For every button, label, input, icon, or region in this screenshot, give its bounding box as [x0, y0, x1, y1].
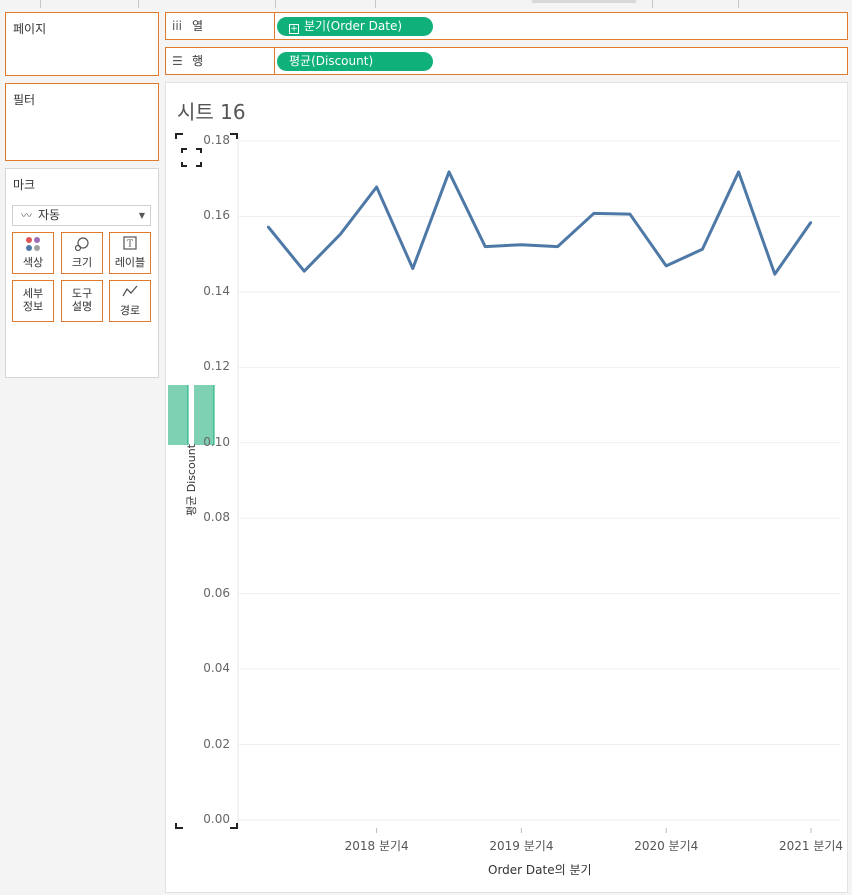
- svg-text:T: T: [127, 240, 133, 250]
- y-tick-label: 0.14: [203, 283, 230, 298]
- toolbar-divider: [652, 0, 653, 8]
- color-label: 색상: [22, 256, 44, 269]
- x-axis-title: Order Date의 분기: [488, 863, 592, 877]
- mark-type-dropdown[interactable]: 〰 자동 ▼: [12, 205, 151, 226]
- tooltip-label: 도구 설명: [71, 287, 93, 313]
- detail-button[interactable]: 세부 정보: [12, 280, 54, 322]
- tooltip-button[interactable]: 도구 설명: [61, 280, 103, 322]
- toolbar-divider: [738, 0, 739, 8]
- columns-label-text: 열: [192, 19, 204, 33]
- marks-card: 마크 〰 자동 ▼ 색상 크기 T 레이블 세부 정보 도구 설명 경로: [5, 168, 159, 378]
- label-label: 레이블: [114, 256, 146, 269]
- toolbar-dropdown[interactable]: [532, 0, 636, 3]
- rows-icon: ☰: [172, 54, 183, 68]
- y-tick-label: 0.18: [203, 133, 230, 147]
- y-tick-label: 0.16: [203, 208, 230, 223]
- line-icon: 〰: [21, 209, 32, 222]
- toolbar-divider: [375, 0, 376, 8]
- label-icon: T: [110, 236, 150, 256]
- y-tick-label: 0.06: [203, 585, 230, 600]
- y-tick-label: 0.08: [203, 510, 230, 525]
- columns-icon: iii: [172, 19, 183, 33]
- filters-card[interactable]: 필터: [5, 83, 159, 161]
- columns-pill[interactable]: + 분기(Order Date): [277, 17, 433, 36]
- size-label: 크기: [71, 256, 93, 269]
- y-axis-title: 평균 Discount: [185, 443, 198, 517]
- columns-shelf[interactable]: iii 열 + 분기(Order Date): [165, 12, 848, 40]
- expand-icon[interactable]: +: [289, 24, 299, 34]
- y-tick-label: 0.00: [203, 812, 230, 826]
- toolbar-divider: [40, 0, 41, 8]
- worksheet-view[interactable]: 시트 16: [165, 82, 848, 893]
- size-icon: [62, 236, 102, 256]
- path-button[interactable]: 경로: [109, 280, 151, 322]
- color-dots-icon: [13, 236, 53, 256]
- sheet-title: 시트 16: [177, 100, 246, 124]
- chevron-down-icon: ▼: [138, 211, 145, 220]
- toolbar-divider: [275, 0, 276, 8]
- x-tick-label: 2019 분기4: [489, 839, 554, 853]
- x-tick-label: 2021 분기4: [779, 839, 844, 853]
- y-tick-label: 0.02: [203, 736, 230, 751]
- detail-label: 세부 정보: [22, 287, 44, 313]
- rows-pill-text: 평균(Discount): [289, 54, 374, 68]
- label-button[interactable]: T 레이블: [109, 232, 151, 274]
- path-icon: [110, 284, 150, 304]
- rows-label-text: 행: [192, 54, 204, 68]
- y-tick-label: 0.10: [203, 434, 230, 449]
- filters-title: 필터: [13, 93, 36, 107]
- toolbar-divider: [138, 0, 139, 8]
- columns-shelf-label: iii 열: [166, 13, 275, 39]
- pages-card[interactable]: 페이지: [5, 12, 159, 76]
- toolbar-strip: [0, 0, 852, 8]
- columns-pill-text: 분기(Order Date): [304, 19, 403, 33]
- pages-title: 페이지: [13, 22, 47, 36]
- rows-shelf-label: ☰ 행: [166, 48, 275, 74]
- size-button[interactable]: 크기: [61, 232, 103, 274]
- path-label: 경로: [119, 304, 141, 317]
- color-button[interactable]: 색상: [12, 232, 54, 274]
- x-tick-label: 2018 분기4: [344, 839, 409, 853]
- mark-type-label: 자동: [38, 208, 61, 222]
- x-tick-label: 2020 분기4: [634, 839, 699, 853]
- y-tick-label: 0.12: [203, 359, 230, 374]
- marks-title: 마크: [13, 178, 36, 192]
- y-tick-label: 0.04: [203, 661, 230, 676]
- rows-shelf[interactable]: ☰ 행 평균(Discount): [165, 47, 848, 75]
- rows-pill[interactable]: 평균(Discount): [277, 52, 433, 71]
